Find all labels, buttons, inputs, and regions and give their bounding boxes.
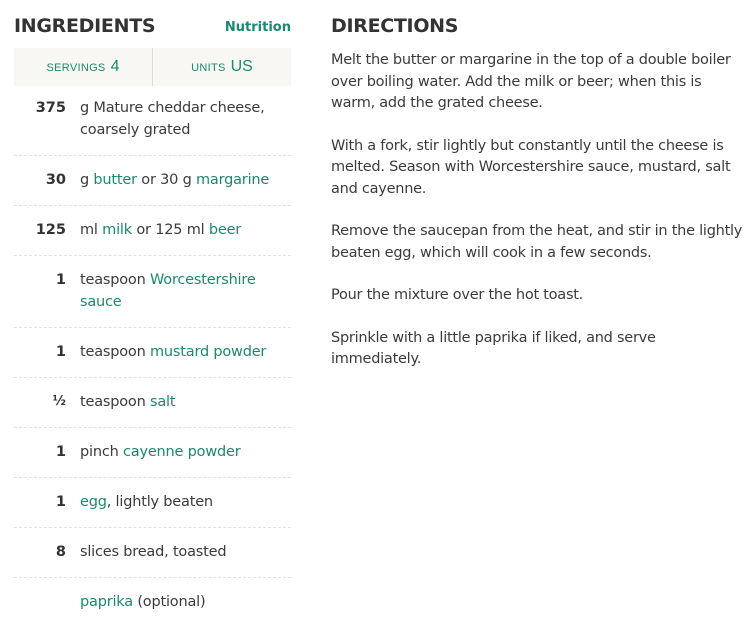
ingredient-link[interactable]: milk [102,222,132,238]
ingredient-text: teaspoon [80,344,150,360]
ingredient-item: 1 pinch cayenne powder [14,428,291,478]
ingredient-text: teaspoon [80,272,150,288]
ingredient-item: 30 g butter or 30 g margarine [14,156,291,206]
ingredient-quantity: 1 [55,272,66,288]
nutrition-link[interactable]: Nutrition [225,20,291,35]
ingredient-text: slices bread, toasted [80,544,227,560]
ingredient-link[interactable]: margarine [196,172,269,188]
units-selector[interactable]: Units US [152,48,291,86]
ingredients-title: INGREDIENTS [14,15,156,37]
ingredient-quantity: 375 [35,100,66,116]
ingredient-item: 8 slices bread, toasted [14,528,291,578]
direction-step: With a fork, stir lightly but constantly… [331,137,731,197]
ingredient-text: g [80,172,94,188]
servings-value: 4 [110,58,120,75]
ingredient-description: teaspoon salt [80,391,291,413]
ingredient-description: teaspoon Worcestershire sauce [80,269,291,313]
ingredient-item: 1 teaspoon Worcestershire sauce [14,256,291,328]
ingredient-text: or 125 ml [131,222,209,238]
ingredient-text: (optional) [132,594,206,610]
ingredient-link[interactable]: egg [80,494,107,510]
direction-step: Melt the butter or margarine in the top … [331,52,731,111]
directions-panel: DIRECTIONS Melt the butter or margarine … [331,0,749,392]
direction-step: Remove the saucepan from the heat, and s… [331,223,743,261]
ingredient-text: , lightly beaten [106,494,213,510]
units-value: US [230,58,253,75]
ingredient-text: ml [80,222,103,238]
ingredient-text: or 30 g [136,172,196,188]
ingredient-list: 375 g Mature cheddar cheese, coarsely gra… [14,86,291,627]
ingredient-description: teaspoon mustard powder [80,341,291,363]
ingredient-description: pinch cayenne powder [80,441,291,463]
ingredients-header: INGREDIENTS Nutrition [14,0,291,48]
direction-step: Sprinkle with a little paprika if liked,… [331,329,656,368]
ingredient-link[interactable]: salt [150,394,176,410]
ingredient-text: g Mature cheddar cheese, coarsely grated [80,100,265,138]
ingredients-panel: INGREDIENTS Nutrition Servings 4 Units U… [14,0,291,627]
servings-selector[interactable]: Servings 4 [14,48,152,86]
ingredient-quantity: 30 [45,172,66,188]
ingredient-text: pinch [80,444,123,460]
ingredient-quantity: 8 [55,544,66,560]
ingredient-description: ml milk or 125 ml beer [80,219,291,241]
ingredient-link[interactable]: butter [93,172,137,188]
ingredient-description: g butter or 30 g margarine [80,169,291,191]
ingredient-quantity: ½ [52,394,66,409]
directions-steps: Melt the butter or margarine in the top … [331,50,749,371]
ingredient-quantity: 1 [55,494,66,510]
ingredient-quantity [14,591,80,613]
recipe-settings-bar: Servings 4 Units US [14,48,291,86]
units-label: Units [191,62,226,74]
ingredient-item: 1 egg, lightly beaten [14,478,291,528]
ingredient-description: paprika (optional) [80,591,291,613]
directions-title: DIRECTIONS [331,15,459,37]
ingredient-text: teaspoon [80,394,150,410]
ingredient-quantity: 1 [55,444,66,460]
ingredient-item: 125 ml milk or 125 ml beer [14,206,291,256]
ingredient-item: ½ teaspoon salt [14,378,291,428]
ingredient-item: 1 teaspoon mustard powder [14,328,291,378]
ingredient-quantity: 1 [55,344,66,360]
ingredient-item: paprika (optional) [14,578,291,627]
ingredient-quantity: 125 [35,222,66,238]
ingredient-description: slices bread, toasted [80,541,291,563]
servings-label: Servings [46,62,106,74]
ingredient-link[interactable]: beer [209,222,241,238]
ingredient-link[interactable]: mustard powder [150,344,266,360]
ingredient-item: 375 g Mature cheddar cheese, coarsely gra… [14,86,291,156]
ingredient-description: egg, lightly beaten [80,491,291,513]
ingredient-link[interactable]: cayenne powder [123,444,241,460]
direction-step: Pour the mixture over the hot toast. [331,287,584,303]
ingredient-description: g Mature cheddar cheese, coarsely grated [80,97,291,141]
ingredient-link[interactable]: paprika [80,594,133,610]
